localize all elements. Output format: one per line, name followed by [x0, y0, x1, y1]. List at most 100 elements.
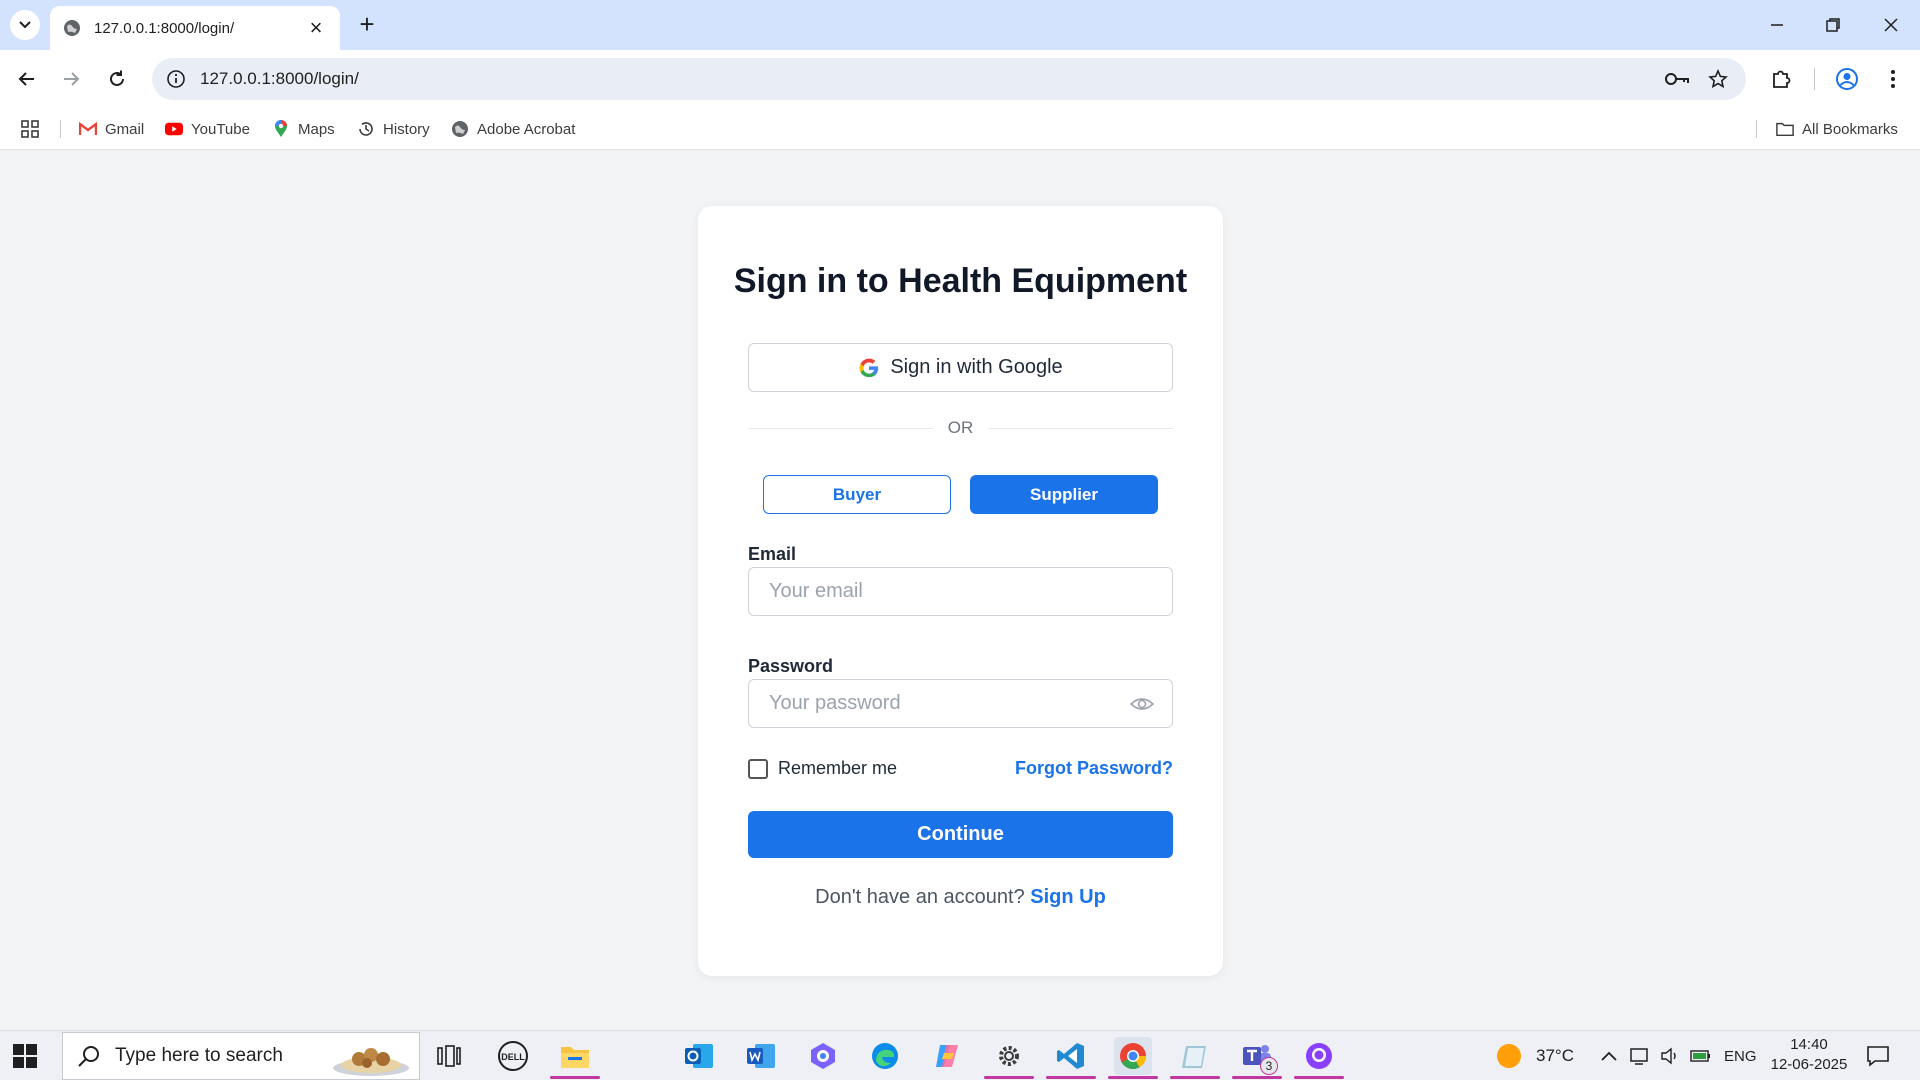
back-button[interactable] [12, 64, 42, 94]
active-indicator [550, 1076, 600, 1079]
search-icon [78, 1046, 99, 1067]
restore-icon [1826, 18, 1840, 32]
teams-app[interactable]: 3 [1232, 1037, 1282, 1079]
settings-app[interactable] [984, 1037, 1034, 1079]
clock-date: 12-06-2025 [1770, 1056, 1848, 1073]
globe-icon [64, 20, 80, 36]
more-vertical-icon [1891, 70, 1895, 88]
windows-start-icon[interactable] [12, 1043, 38, 1069]
edge-app[interactable] [866, 1037, 904, 1075]
notification-badge: 3 [1260, 1057, 1278, 1075]
apps-button[interactable] [20, 116, 40, 142]
close-icon [1884, 18, 1898, 32]
weather-widget[interactable]: 37°C [1496, 1031, 1574, 1080]
continue-button[interactable]: Continue [748, 811, 1173, 858]
tab-search-button[interactable] [10, 10, 40, 40]
bookmark-label: History [383, 120, 430, 138]
remember-checkbox[interactable] [748, 758, 768, 779]
address-bar[interactable]: 127.0.0.1:8000/login/ [152, 58, 1746, 100]
reload-icon [110, 70, 124, 86]
all-bookmarks-button[interactable]: All Bookmarks [1776, 116, 1898, 142]
password-key-icon[interactable] [1664, 58, 1690, 100]
bookmark-maps[interactable]: Maps [272, 116, 335, 142]
close-window-button[interactable] [1866, 8, 1916, 42]
eye-icon[interactable] [1130, 694, 1154, 714]
remember-me[interactable]: Remember me [748, 758, 897, 779]
browser-tab-strip: 127.0.0.1:8000/login/ × + [0, 0, 1920, 50]
bookmark-divider [1756, 120, 1757, 138]
browser-toolbar: 127.0.0.1:8000/login/ [0, 50, 1920, 108]
chrome-app[interactable] [1108, 1037, 1158, 1079]
github-app[interactable] [1294, 1037, 1344, 1079]
reload-button[interactable] [102, 64, 132, 94]
all-bookmarks-label: All Bookmarks [1802, 120, 1898, 138]
dell-app[interactable]: DELL [494, 1037, 532, 1075]
browser-menu-button[interactable] [1878, 64, 1908, 94]
key-icon [1665, 73, 1689, 85]
monitor-icon [1630, 1048, 1648, 1065]
github-icon [1306, 1043, 1332, 1069]
password-field[interactable]: Your password [748, 679, 1173, 728]
sun-icon [1497, 1044, 1521, 1068]
email-field[interactable]: Your email [748, 567, 1173, 616]
folder-icon [1776, 120, 1794, 138]
bookmark-adobe-acrobat[interactable]: Adobe Acrobat [451, 116, 575, 142]
bookmark-star-icon[interactable] [1708, 58, 1728, 100]
role-buyer-button[interactable]: Buyer [763, 475, 951, 514]
notebook-icon [1182, 1046, 1206, 1068]
site-info-icon[interactable] [166, 69, 186, 89]
volume-tray[interactable] [1660, 1031, 1680, 1080]
show-hidden-icons[interactable] [1600, 1031, 1618, 1080]
google-sign-in-button[interactable]: Sign in with Google [748, 343, 1173, 392]
puzzle-icon [1773, 70, 1791, 88]
email-label: Email [748, 544, 797, 564]
clock-time: 14:40 [1790, 1036, 1828, 1053]
toolbar-divider [1814, 68, 1815, 90]
battery-tray[interactable] [1690, 1031, 1712, 1080]
taskbar-search[interactable]: Type here to search [62, 1032, 420, 1080]
notifications-button[interactable] [1866, 1031, 1890, 1080]
arrow-left-icon [18, 72, 34, 86]
dell-icon: DELL [498, 1041, 528, 1071]
chevron-down-icon [19, 21, 31, 29]
extensions-button[interactable] [1766, 64, 1796, 94]
page-content: Sign in to Health Equipment Sign in with… [0, 151, 1920, 1030]
copilot-app[interactable] [928, 1037, 966, 1075]
url-text[interactable]: 127.0.0.1:8000/login/ [200, 69, 359, 89]
loop-icon [811, 1043, 835, 1069]
minimize-button[interactable] [1752, 8, 1802, 42]
taskbar: Type here to search DELL 3 37°C ENG 14:4… [0, 1030, 1920, 1080]
word-app[interactable] [742, 1037, 780, 1075]
minimize-icon [1771, 24, 1783, 26]
role-supplier-button[interactable]: Supplier [970, 475, 1158, 514]
notes-app[interactable] [1170, 1037, 1220, 1079]
forgot-password-link[interactable]: Forgot Password? [1015, 758, 1173, 779]
bookmark-gmail[interactable]: Gmail [79, 116, 144, 142]
clock[interactable]: 14:40 12-06-2025 [1766, 1035, 1852, 1075]
new-tab-button[interactable]: + [352, 10, 382, 40]
outlook-app[interactable] [680, 1037, 718, 1075]
bookmark-youtube[interactable]: YouTube [165, 116, 250, 142]
file-explorer-app[interactable] [550, 1037, 600, 1079]
arrow-right-icon [64, 72, 80, 86]
bookmark-history[interactable]: History [357, 116, 430, 142]
loop-app[interactable] [804, 1037, 842, 1075]
close-tab-icon[interactable]: × [304, 17, 328, 39]
profile-icon [1836, 68, 1858, 90]
password-placeholder: Your password [769, 692, 901, 714]
restore-button[interactable] [1808, 8, 1858, 42]
sign-up-link[interactable]: Sign Up [1030, 886, 1106, 908]
signup-prompt: Don't have an account? Sign Up [698, 886, 1223, 909]
forward-button[interactable] [56, 64, 86, 94]
browser-tab[interactable]: 127.0.0.1:8000/login/ × [50, 6, 340, 50]
vscode-app[interactable] [1046, 1037, 1096, 1079]
bookmarks-bar: Gmail YouTube Maps History Adobe Acrobat… [0, 108, 1920, 150]
profile-button[interactable] [1832, 64, 1862, 94]
gear-icon [999, 1046, 1019, 1066]
network-tray[interactable] [1630, 1031, 1650, 1080]
language-indicator[interactable]: ENG [1724, 1031, 1757, 1080]
apps-grid-icon [21, 120, 39, 138]
gmail-icon [79, 120, 97, 138]
active-indicator [1108, 1076, 1158, 1079]
task-view-button[interactable] [430, 1037, 468, 1075]
